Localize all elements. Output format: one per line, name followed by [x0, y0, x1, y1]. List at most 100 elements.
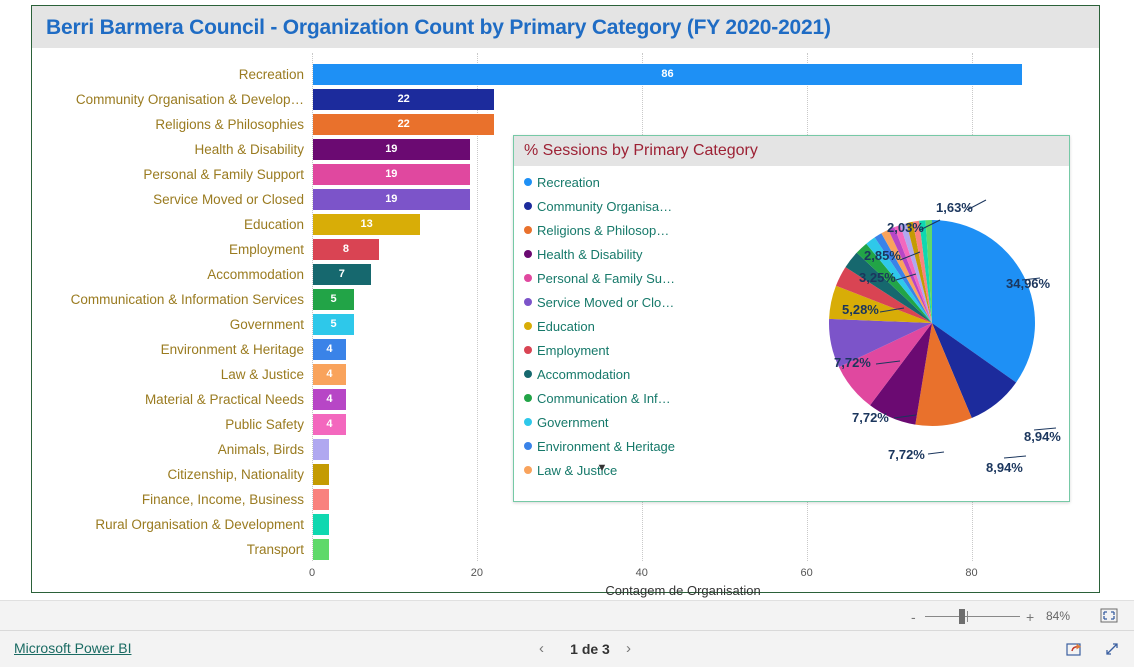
bar-category-label[interactable]: Service Moved or Closed	[32, 187, 304, 212]
pie-percentage-label: 2,03%	[887, 220, 924, 235]
legend-scroll-down-icon[interactable]: ▼	[594, 461, 610, 475]
bar-value-label: 7	[338, 268, 345, 280]
pie-legend-label: Accommodation	[537, 366, 631, 382]
bar-category-label[interactable]: Communication & Information Services	[32, 287, 304, 312]
bar-value-label: 19	[385, 193, 398, 205]
pie-chart-plot-area: 1,63% 2,03% 2,85% 3,25% 5,28% 7,72% 7,72% 7,72%…	[704, 168, 1066, 498]
pie-percentage-label: 7,72%	[834, 355, 871, 370]
bar-value-label: 8	[342, 243, 350, 255]
legend-color-dot-icon	[524, 250, 532, 258]
pie-legend-item[interactable]: Accommodation	[524, 362, 699, 386]
bar-category-label[interactable]: Rural Organisation & Development	[32, 512, 304, 537]
bar-category-label[interactable]: Citizenship, Nationality	[32, 462, 304, 487]
bar-value-label: 22	[397, 93, 410, 105]
bar-segment[interactable]	[313, 514, 330, 535]
bar-value-label: 13	[360, 218, 373, 230]
bar-category-label[interactable]: Public Safety	[32, 412, 304, 437]
pie-legend-item[interactable]: Education	[524, 314, 699, 338]
pie-legend-label: Service Moved or Clo…	[537, 294, 675, 310]
legend-color-dot-icon	[524, 466, 532, 474]
microsoft-power-bi-link[interactable]: Microsoft Power BI	[14, 640, 131, 656]
bar-chart-row[interactable]: Recreation 86	[32, 62, 1099, 87]
pie-legend-label: Personal & Family Su…	[537, 270, 675, 286]
pie-percentage-label: 7,72%	[888, 447, 925, 462]
bar-category-label[interactable]: Transport	[32, 537, 304, 562]
legend-color-dot-icon	[524, 322, 532, 330]
pie-legend-item[interactable]: Communication & Inf…	[524, 386, 699, 410]
bar-value-label: 86	[661, 68, 674, 80]
x-axis-title: Contagem de Organisation	[605, 583, 761, 598]
bar-chart-row[interactable]: Transport	[32, 537, 1099, 562]
next-page-button[interactable]: ›	[626, 640, 631, 657]
pie-legend-label: Community Organisa…	[537, 198, 673, 214]
bar-category-label[interactable]: Employment	[32, 237, 304, 262]
pie-legend-label: Religions & Philosop…	[537, 222, 670, 238]
pie-legend-item[interactable]: Environment & Heritage	[524, 434, 699, 458]
bar-category-label[interactable]: Finance, Income, Business	[32, 487, 304, 512]
pie-slices	[828, 199, 1057, 459]
bar-category-label[interactable]: Animals, Birds	[32, 437, 304, 462]
pie-legend-item[interactable]: Community Organisa…	[524, 194, 699, 218]
zoom-level-label: 84%	[1046, 609, 1071, 623]
bar-segment[interactable]	[313, 489, 330, 510]
bar-category-label[interactable]: Law & Justice	[32, 362, 304, 387]
bar-segment[interactable]	[313, 439, 330, 460]
pie-legend-item[interactable]: Law & Justice	[524, 458, 699, 482]
bar-chart-title: Berri Barmera Council - Organization Cou…	[46, 16, 831, 39]
pie-chart-title: % Sessions by Primary Category	[524, 142, 758, 159]
x-axis-tick-label: 80	[965, 567, 978, 579]
zoom-out-button[interactable]: -	[911, 609, 916, 625]
legend-color-dot-icon	[524, 442, 532, 450]
pie-legend-item[interactable]: Recreation	[524, 170, 699, 194]
bar-value-label: 4	[326, 368, 333, 380]
pie-legend-item[interactable]: Personal & Family Su…	[524, 266, 699, 290]
pie-chart-visual[interactable]: % Sessions by Primary Category Recreatio…	[513, 135, 1070, 502]
bar-category-label[interactable]: Education	[32, 212, 304, 237]
zoom-in-button[interactable]: +	[1026, 609, 1034, 625]
pie-legend-item[interactable]: Employment	[524, 338, 699, 362]
pie-legend-item[interactable]: Health & Disability	[524, 242, 699, 266]
bar-category-label[interactable]: Community Organisation & Develop…	[32, 87, 304, 112]
pie-legend-item[interactable]: Religions & Philosop…	[524, 218, 699, 242]
previous-page-button[interactable]: ‹	[539, 640, 544, 657]
legend-color-dot-icon	[524, 298, 532, 306]
pie-chart-legend[interactable]: Recreation Community Organisa… Religions &…	[524, 170, 699, 482]
bar-category-label[interactable]: Material & Practical Needs	[32, 387, 304, 412]
report-canvas: Berri Barmera Council - Organization Cou…	[31, 5, 1100, 598]
page-indicator: 1 de 3	[570, 641, 610, 657]
bar-chart-row[interactable]: Religions & Philosophies 22	[32, 112, 1099, 137]
bar-category-label[interactable]: Personal & Family Support	[32, 162, 304, 187]
bar-category-label[interactable]: Health & Disability	[32, 137, 304, 162]
pie-legend-item[interactable]: Service Moved or Clo…	[524, 290, 699, 314]
zoom-slider-track[interactable]	[925, 616, 1020, 617]
bar-chart-row[interactable]: Rural Organisation & Development	[32, 512, 1099, 537]
bar-value-label: 4	[326, 418, 333, 430]
pie-percentage-label: 5,28%	[842, 302, 879, 317]
fit-to-page-icon[interactable]	[1100, 608, 1118, 623]
bar-category-label[interactable]: Religions & Philosophies	[32, 112, 304, 137]
zoom-slider-thumb[interactable]	[959, 609, 965, 624]
pie-legend-item[interactable]: Government	[524, 410, 699, 434]
bar-category-label[interactable]: Environment & Heritage	[32, 337, 304, 362]
power-bi-embed-viewer: Berri Barmera Council - Organization Cou…	[0, 0, 1134, 667]
bar-category-label[interactable]: Government	[32, 312, 304, 337]
bar-segment[interactable]	[313, 539, 330, 560]
bar-value-label: 4	[326, 393, 333, 405]
bar-value-label: 19	[385, 168, 398, 180]
pie-percentage-label: 8,94%	[986, 460, 1023, 475]
pie-legend-label: Communication & Inf…	[537, 390, 671, 406]
bar-category-label[interactable]: Accommodation	[32, 262, 304, 287]
bar-chart-row[interactable]: Community Organisation & Develop… 22	[32, 87, 1099, 112]
legend-color-dot-icon	[524, 370, 532, 378]
bar-segment[interactable]	[313, 464, 330, 485]
pie-leader-line	[1003, 455, 1027, 459]
pie-legend-label: Recreation	[537, 174, 600, 190]
zoom-toolbar: - + 84%	[0, 600, 1134, 631]
x-axis-tick-label: 40	[635, 567, 648, 579]
pie-legend-label: Employment	[537, 342, 610, 358]
share-icon[interactable]	[1066, 641, 1083, 662]
bar-value-label: 4	[326, 343, 333, 355]
bar-category-label[interactable]: Recreation	[32, 62, 304, 87]
fullscreen-icon[interactable]	[1104, 641, 1121, 662]
bar-value-label: 5	[330, 293, 337, 305]
